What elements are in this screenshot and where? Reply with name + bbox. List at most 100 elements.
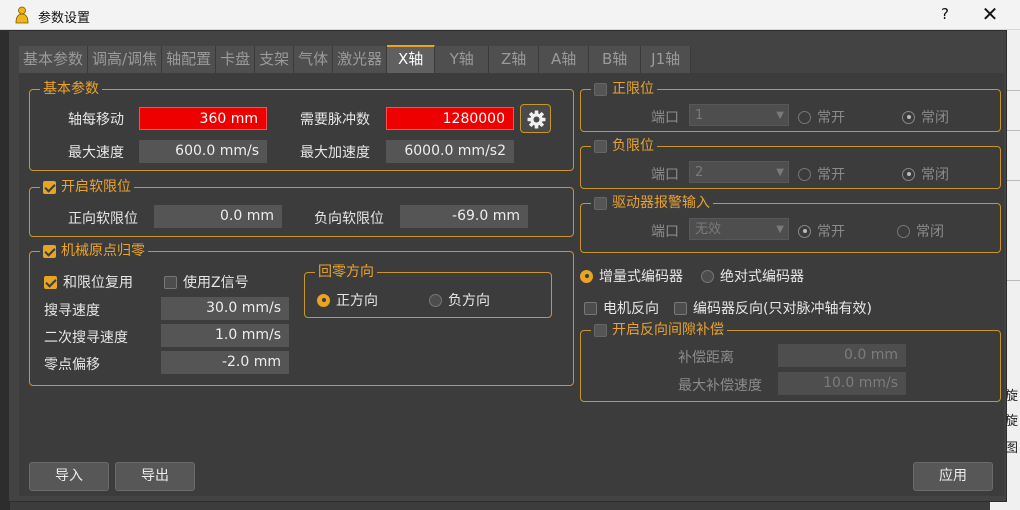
pos-limit-nc-radio[interactable] <box>902 110 915 124</box>
max-speed-input[interactable]: 600.0 mm/s <box>139 140 267 163</box>
pos-limit-no-radio[interactable] <box>798 110 811 124</box>
pos-limit-no-label: 常开 <box>817 110 845 126</box>
use-z-checkbox[interactable] <box>164 275 177 289</box>
settings-dialog: 基本参数 调高/调焦 轴配置 卡盘 支架 气体 激光器 X轴 Y轴 Z轴 A轴 … <box>8 30 1007 502</box>
pos-limit-port-select[interactable]: 1 ▼ <box>689 104 789 126</box>
backlash-distance-input[interactable]: 0.0 mm <box>778 344 906 367</box>
pos-limit-group: 正限位 端口 1 ▼ 常开 常闭 <box>580 80 1001 132</box>
tab-gas[interactable]: 气体 <box>294 46 334 73</box>
driver-alarm-port-value: 无效 <box>695 222 722 237</box>
search-speed-input[interactable]: 30.0 mm/s <box>161 297 289 320</box>
soft-limit-label: 开启软限位 <box>61 179 131 195</box>
direction-negative-radio[interactable] <box>429 293 442 307</box>
home-direction-group: 回零方向 正方向 负方向 <box>304 263 552 318</box>
backlash-title[interactable]: 开启反向间隙补偿 <box>591 321 727 339</box>
neg-limit-port-select[interactable]: 2 ▼ <box>689 161 789 183</box>
use-z-label: 使用Z信号 <box>183 275 249 291</box>
incremental-encoder-option[interactable]: 增量式编码器 <box>580 266 683 286</box>
incremental-encoder-radio[interactable] <box>580 269 593 283</box>
tab-a-axis[interactable]: A轴 <box>539 46 590 73</box>
neg-limit-title[interactable]: 负限位 <box>591 137 657 155</box>
backlash-checkbox[interactable] <box>594 323 607 337</box>
driver-alarm-no-radio[interactable] <box>798 224 811 238</box>
neg-limit-nc-label: 常闭 <box>921 167 949 183</box>
tab-chuck[interactable]: 卡盘 <box>216 46 256 73</box>
neg-soft-limit-input[interactable]: -69.0 mm <box>400 205 528 228</box>
absolute-encoder-radio[interactable] <box>701 269 714 283</box>
motor-reverse-option[interactable]: 电机反向 <box>584 298 659 318</box>
neg-soft-limit-label: 负向软限位 <box>314 211 384 227</box>
help-button[interactable]: ? <box>935 5 955 23</box>
tab-j1-axis[interactable]: J1轴 <box>641 46 692 73</box>
tab-b-axis[interactable]: B轴 <box>589 46 642 73</box>
neg-limit-no-radio[interactable] <box>798 167 811 181</box>
second-speed-label: 二次搜寻速度 <box>44 330 128 346</box>
backlash-speed-label: 最大补偿速度 <box>678 378 762 394</box>
basic-params-group: 基本参数 轴每移动 360 mm 需要脉冲数 1280000 最大速度 600.… <box>29 80 574 171</box>
pos-limit-no-option[interactable]: 常开 <box>798 107 845 127</box>
direction-negative-option[interactable]: 负方向 <box>429 290 490 310</box>
pos-soft-limit-input[interactable]: 0.0 mm <box>154 205 282 228</box>
backlash-distance-label: 补偿距离 <box>678 350 734 366</box>
import-button[interactable]: 导入 <box>29 462 109 491</box>
reuse-limit-label: 和限位复用 <box>63 275 133 291</box>
reuse-limit-checkbox[interactable] <box>44 275 57 289</box>
basic-params-title: 基本参数 <box>40 80 102 98</box>
tab-y-axis[interactable]: Y轴 <box>435 46 490 73</box>
apply-button[interactable]: 应用 <box>913 462 993 491</box>
zero-offset-input[interactable]: -2.0 mm <box>161 351 289 374</box>
reuse-limit-option[interactable]: 和限位复用 <box>44 272 133 292</box>
pos-limit-label: 正限位 <box>612 81 654 97</box>
app-logo-icon <box>15 6 29 24</box>
tab-x-axis[interactable]: X轴 <box>387 45 436 73</box>
driver-alarm-checkbox[interactable] <box>594 196 607 210</box>
backlash-speed-input[interactable]: 10.0 mm/s <box>778 372 906 395</box>
tab-basic-params[interactable]: 基本参数 <box>19 46 89 73</box>
driver-alarm-no-option[interactable]: 常开 <box>798 221 845 241</box>
tab-support[interactable]: 支架 <box>255 46 295 73</box>
direction-positive-option[interactable]: 正方向 <box>317 290 378 310</box>
pulses-input[interactable]: 1280000 <box>386 107 514 130</box>
tab-height-focus[interactable]: 调高/调焦 <box>88 46 163 73</box>
neg-limit-nc-option[interactable]: 常闭 <box>902 164 949 184</box>
backlash-label: 开启反向间隙补偿 <box>612 322 724 338</box>
tab-axis-config[interactable]: 轴配置 <box>162 46 217 73</box>
move-per-rev-input[interactable]: 360 mm <box>139 107 267 130</box>
motor-reverse-checkbox[interactable] <box>584 301 597 315</box>
chevron-down-icon: ▼ <box>776 224 784 235</box>
pos-limit-checkbox[interactable] <box>594 82 607 96</box>
neg-limit-checkbox[interactable] <box>594 139 607 153</box>
direction-positive-radio[interactable] <box>317 293 330 307</box>
use-z-option[interactable]: 使用Z信号 <box>164 272 249 292</box>
driver-alarm-title[interactable]: 驱动器报警输入 <box>591 194 713 212</box>
tab-z-axis[interactable]: Z轴 <box>489 46 540 73</box>
max-speed-label: 最大速度 <box>68 145 124 161</box>
homing-checkbox[interactable] <box>43 244 56 258</box>
backlash-group: 开启反向间隙补偿 补偿距离 0.0 mm 最大补偿速度 10.0 mm/s <box>580 321 1001 402</box>
homing-title[interactable]: 机械原点归零 <box>40 242 148 260</box>
soft-limit-checkbox[interactable] <box>43 180 56 194</box>
pos-limit-nc-option[interactable]: 常闭 <box>902 107 949 127</box>
export-button[interactable]: 导出 <box>115 462 195 491</box>
absolute-encoder-option[interactable]: 绝对式编码器 <box>701 266 804 286</box>
max-accel-input[interactable]: 6000.0 mm/s2 <box>386 140 514 163</box>
neg-limit-no-option[interactable]: 常开 <box>798 164 845 184</box>
tab-laser[interactable]: 激光器 <box>333 46 388 73</box>
pos-limit-title[interactable]: 正限位 <box>591 80 657 98</box>
title-bar: 参数设置 ? ✕ <box>0 0 1020 30</box>
neg-limit-port-value: 2 <box>695 165 704 180</box>
move-per-rev-label: 轴每移动 <box>68 112 124 128</box>
encoder-reverse-option[interactable]: 编码器反向(只对脉冲轴有效) <box>674 298 872 318</box>
driver-alarm-port-select[interactable]: 无效 ▼ <box>689 218 789 240</box>
soft-limit-title[interactable]: 开启软限位 <box>40 178 134 196</box>
driver-alarm-nc-radio[interactable] <box>897 224 910 238</box>
pulse-calc-button[interactable] <box>520 104 551 133</box>
neg-limit-no-label: 常开 <box>817 167 845 183</box>
neg-limit-nc-radio[interactable] <box>902 167 915 181</box>
chevron-down-icon: ▼ <box>776 110 784 121</box>
close-button[interactable]: ✕ <box>978 2 1002 26</box>
second-speed-input[interactable]: 1.0 mm/s <box>161 324 289 347</box>
tab-bar: 基本参数 调高/调焦 轴配置 卡盘 支架 气体 激光器 X轴 Y轴 Z轴 A轴 … <box>19 45 692 73</box>
encoder-reverse-checkbox[interactable] <box>674 301 687 315</box>
driver-alarm-nc-option[interactable]: 常闭 <box>897 221 944 241</box>
